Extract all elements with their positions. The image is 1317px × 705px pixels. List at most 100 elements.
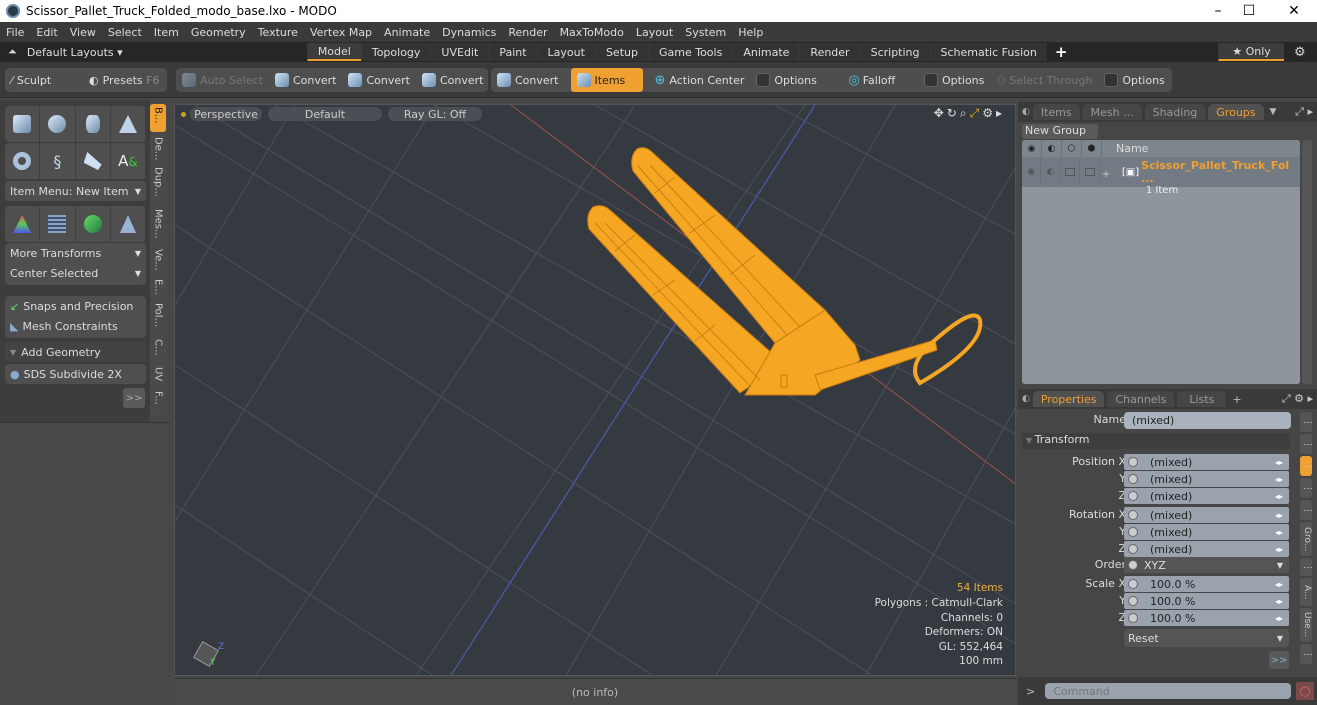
render-column-icon[interactable]: ◐ (1042, 140, 1062, 157)
item-menu-dropdown[interactable]: Item Menu: New Item ▼ (5, 181, 146, 201)
menu-item[interactable]: Item (148, 26, 185, 39)
menu-maxtomodo[interactable]: MaxToModo (554, 26, 630, 39)
menu-dynamics[interactable]: Dynamics (436, 26, 502, 39)
tab-paint[interactable]: Paint (488, 43, 537, 61)
position-x-field[interactable]: (mixed) ◂▸ (1124, 454, 1289, 470)
tab-schematic-fusion[interactable]: Schematic Fusion (929, 43, 1047, 61)
menu-view[interactable]: View (64, 26, 102, 39)
menu-layout[interactable]: Layout (630, 26, 679, 39)
vtab-duplicate[interactable]: Dup... (150, 164, 166, 204)
default-layouts-dropdown[interactable]: Default Layouts ▾ (27, 46, 307, 59)
menu-help[interactable]: Help (732, 26, 769, 39)
vtab-dots[interactable]: ⋮ (1300, 500, 1312, 520)
vtab-vertex[interactable]: Ve... (150, 246, 166, 274)
rotate-icon[interactable]: ↻ (947, 106, 960, 120)
position-z-field[interactable]: (mixed) ◂▸ (1124, 488, 1289, 504)
torus-tool[interactable] (5, 143, 41, 179)
properties-panel-controls[interactable]: ⤢ ⚙ ▸ (1282, 392, 1313, 406)
vtab-deform[interactable]: De... (150, 134, 166, 162)
mesh-constraints-button[interactable]: ◣ Mesh Constraints (5, 316, 146, 336)
action-center-button[interactable]: ⊕ Action Center (649, 68, 751, 92)
keyframe-dot-icon[interactable] (1128, 560, 1138, 570)
keyframe-dot-icon[interactable] (1128, 510, 1138, 520)
items-mode-button[interactable]: Items (570, 68, 643, 92)
vtab-dots[interactable]: ⋮ (1300, 558, 1312, 576)
mesh-tool[interactable] (76, 206, 111, 242)
tab-game-tools[interactable]: Game Tools (647, 43, 733, 61)
drag-arrows-icon[interactable]: ◂▸ (1275, 545, 1289, 554)
drag-arrows-icon[interactable]: ◂▸ (1275, 580, 1289, 589)
falloff-options-button[interactable]: Options (918, 68, 990, 92)
scale-x-field[interactable]: 100.0 % ◂▸ (1124, 576, 1289, 592)
tab-topology[interactable]: Topology (360, 43, 431, 61)
grid-tool[interactable] (40, 206, 76, 242)
menu-edit[interactable]: Edit (30, 26, 63, 39)
reset-dropdown[interactable]: Reset ▼ (1124, 629, 1289, 647)
auto-select-button[interactable]: Auto Select (176, 68, 269, 92)
group-row[interactable]: ◉ ◐ + [▣] Scissor_Pallet_Truck_Fol ... 1… (1022, 157, 1300, 196)
tab-shading[interactable]: Shading (1144, 104, 1206, 120)
maximize-button[interactable]: ☐ (1226, 0, 1272, 22)
falloff-button[interactable]: ◎ Falloff (842, 68, 918, 92)
keyframe-dot-icon[interactable] (1128, 457, 1138, 467)
transform-section-header[interactable]: ▼ Transform (1022, 433, 1290, 449)
keyframe-dot-icon[interactable] (1128, 579, 1138, 589)
position-y-field[interactable]: (mixed) ◂▸ (1124, 471, 1289, 487)
new-group-button[interactable]: New Group (1022, 124, 1098, 139)
more-properties-button[interactable]: >> (1269, 651, 1289, 669)
transform-tool[interactable] (5, 206, 41, 242)
menu-texture[interactable]: Texture (252, 26, 304, 39)
select-toggle[interactable] (1080, 157, 1100, 187)
tab-setup[interactable]: Setup (594, 43, 648, 61)
convert-vertices-button[interactable]: Convert (269, 68, 343, 92)
vtab-user[interactable]: Use... (1300, 608, 1312, 642)
keyframe-dot-icon[interactable] (1128, 491, 1138, 501)
tab-uvedit[interactable]: UVEdit (430, 43, 489, 61)
add-geometry-section[interactable]: ▼ Add Geometry (5, 342, 146, 362)
lock-column-icon[interactable]: ⬡ (1062, 140, 1082, 157)
tab-properties[interactable]: Properties (1032, 391, 1105, 407)
zoom-icon[interactable]: ⌕ (960, 106, 970, 120)
collapse-icon[interactable]: ⏶ (8, 45, 17, 59)
menu-animate[interactable]: Animate (378, 26, 436, 39)
vtab-fusion[interactable]: F... (150, 388, 166, 416)
tab-animate[interactable]: Animate (732, 43, 800, 61)
menu-file[interactable]: File (0, 26, 30, 39)
scale-y-field[interactable]: 100.0 % ◂▸ (1124, 593, 1289, 609)
expand-panel-icon[interactable]: ⤢ ▸ (1295, 105, 1313, 119)
select-column-icon[interactable]: ⬢ (1082, 140, 1102, 157)
snaps-precision-button[interactable]: ↙ Snaps and Precision (5, 296, 146, 316)
menu-vertex-map[interactable]: Vertex Map (304, 26, 378, 39)
view-type-button[interactable]: Perspective (190, 107, 262, 121)
visibility-column-icon[interactable]: ◉ (1022, 140, 1042, 157)
keyframe-dot-icon[interactable] (1128, 527, 1138, 537)
more-arrow-icon[interactable]: ▸ (996, 106, 1005, 120)
cone-tool[interactable] (111, 106, 146, 142)
tab-groups[interactable]: Groups (1208, 104, 1264, 120)
pan-icon[interactable]: ✥ (934, 106, 947, 120)
vtab-dots[interactable]: ⋮ (1300, 478, 1312, 498)
vtab-dots[interactable]: ⋮ (1300, 434, 1312, 454)
tab-mesh[interactable]: Mesh ... (1082, 104, 1142, 120)
vtab-basic[interactable]: B... (150, 104, 166, 132)
drag-arrows-icon[interactable]: ◂▸ (1275, 475, 1289, 484)
tab-items[interactable]: Items (1032, 104, 1080, 120)
plane-tool[interactable] (111, 206, 146, 242)
select-through-options-button[interactable]: Options (1098, 68, 1170, 92)
more-transforms-dropdown[interactable]: More Transforms ▼ (5, 243, 146, 263)
select-through-button[interactable]: ⚇ Select Through (990, 68, 1098, 92)
vtab-groups[interactable]: Gro... (1300, 522, 1312, 556)
raygl-button[interactable]: Ray GL: Off (388, 107, 482, 121)
add-layout-button[interactable]: + (1055, 43, 1068, 61)
close-button[interactable]: ✕ (1271, 0, 1317, 22)
vtab-dots-active[interactable]: ⋮ (1300, 456, 1312, 476)
vtab-dots[interactable]: ⋮ (1300, 644, 1312, 664)
text-tool[interactable]: A& (111, 143, 146, 179)
tab-scripting[interactable]: Scripting (859, 43, 930, 61)
tab-channels[interactable]: Channels (1107, 391, 1175, 407)
keyframe-dot-icon[interactable] (1128, 474, 1138, 484)
add-tab-icon[interactable]: + (1232, 393, 1241, 406)
tab-layout[interactable]: Layout (536, 43, 595, 61)
groups-scrollbar[interactable] (1302, 140, 1312, 384)
scale-z-field[interactable]: 100.0 % ◂▸ (1124, 610, 1289, 626)
